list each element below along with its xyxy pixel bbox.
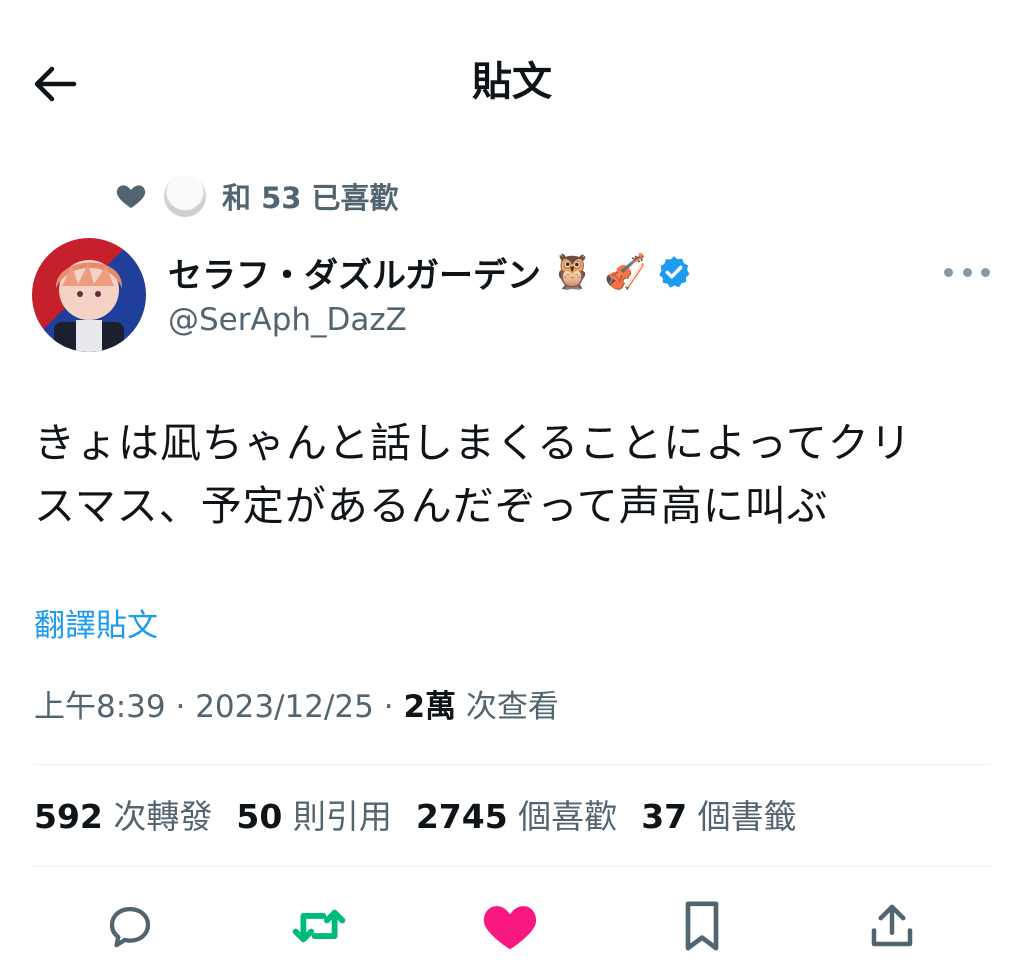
avatar-illustration <box>54 260 124 352</box>
stat-number: 50 <box>236 797 283 836</box>
quote-count[interactable]: 50 則引用 <box>236 794 391 840</box>
bookmark-button[interactable] <box>672 896 732 956</box>
translate-post-link[interactable]: 翻譯貼文 <box>34 604 158 648</box>
meta-separator: · <box>373 689 404 725</box>
divider <box>34 764 990 765</box>
stat-number: 2745 <box>415 797 508 836</box>
tweet-meta: 上午8:39 · 2023/12/25 · 2萬 次查看 <box>34 684 559 730</box>
stat-label: 則引用 <box>282 797 392 836</box>
tweet-time[interactable]: 上午8:39 <box>34 689 166 725</box>
author-handle[interactable]: @SerAph_DazZ <box>168 300 407 340</box>
retweet-icon <box>292 909 346 943</box>
view-count-label: 次查看 <box>456 689 559 725</box>
author-display-name: セラフ・ダズルガーデン <box>168 255 541 296</box>
reply-icon <box>109 906 151 948</box>
meta-separator: · <box>165 689 196 725</box>
stat-number: 592 <box>34 797 103 836</box>
stat-label: 個書籤 <box>687 797 797 836</box>
more-options-button[interactable] <box>944 256 990 288</box>
tweet-text-line: スマス、予定があるんだぞって声高に叫ぶ <box>34 482 829 530</box>
author-name-row[interactable]: セラフ・ダズルガーデン 🦉 🎻 <box>168 246 692 298</box>
stat-label: 次轉發 <box>102 797 213 836</box>
heart-icon <box>116 185 146 208</box>
rice-bowl-avatar <box>164 175 206 217</box>
social-context-text: 和 53 已喜歡 <box>222 181 399 215</box>
tweet-date[interactable]: 2023/12/25 <box>195 689 374 725</box>
more-dot-icon <box>944 267 953 277</box>
share-button[interactable] <box>862 896 922 956</box>
retweet-button[interactable] <box>289 896 349 956</box>
like-count[interactable]: 2745 個喜歡 <box>416 794 617 840</box>
tweet-text-line: きょは凪ちゃんと話しまくることによってクリ <box>34 419 912 467</box>
social-context[interactable]: 和 53 已喜歡 <box>114 172 399 220</box>
reply-button[interactable] <box>100 896 160 956</box>
avatar[interactable] <box>32 238 146 352</box>
stat-label: 個喜歡 <box>507 797 618 836</box>
like-button[interactable] <box>480 896 540 956</box>
view-count: 2萬 <box>403 689 457 725</box>
verified-badge-icon <box>659 256 690 288</box>
page-title: 貼文 <box>472 59 552 105</box>
bookmark-icon <box>685 901 719 951</box>
stat-number: 37 <box>641 797 688 836</box>
share-icon <box>871 904 913 947</box>
divider <box>34 866 990 867</box>
tweet-text: きょは凪ちゃんと話しまくることによってクリ スマス、予定があるんだぞって声高に叫… <box>34 412 994 538</box>
bookmark-count[interactable]: 37 個書籤 <box>641 794 796 840</box>
heart-icon <box>483 906 537 950</box>
engagement-stats: 592 次轉發 50 則引用 2745 個喜歡 37 個書籤 <box>34 794 797 840</box>
more-dot-icon <box>981 267 990 277</box>
author-emojis: 🦉 🎻 <box>550 252 647 292</box>
retweet-count[interactable]: 592 次轉發 <box>34 794 212 840</box>
more-dot-icon <box>962 267 972 277</box>
